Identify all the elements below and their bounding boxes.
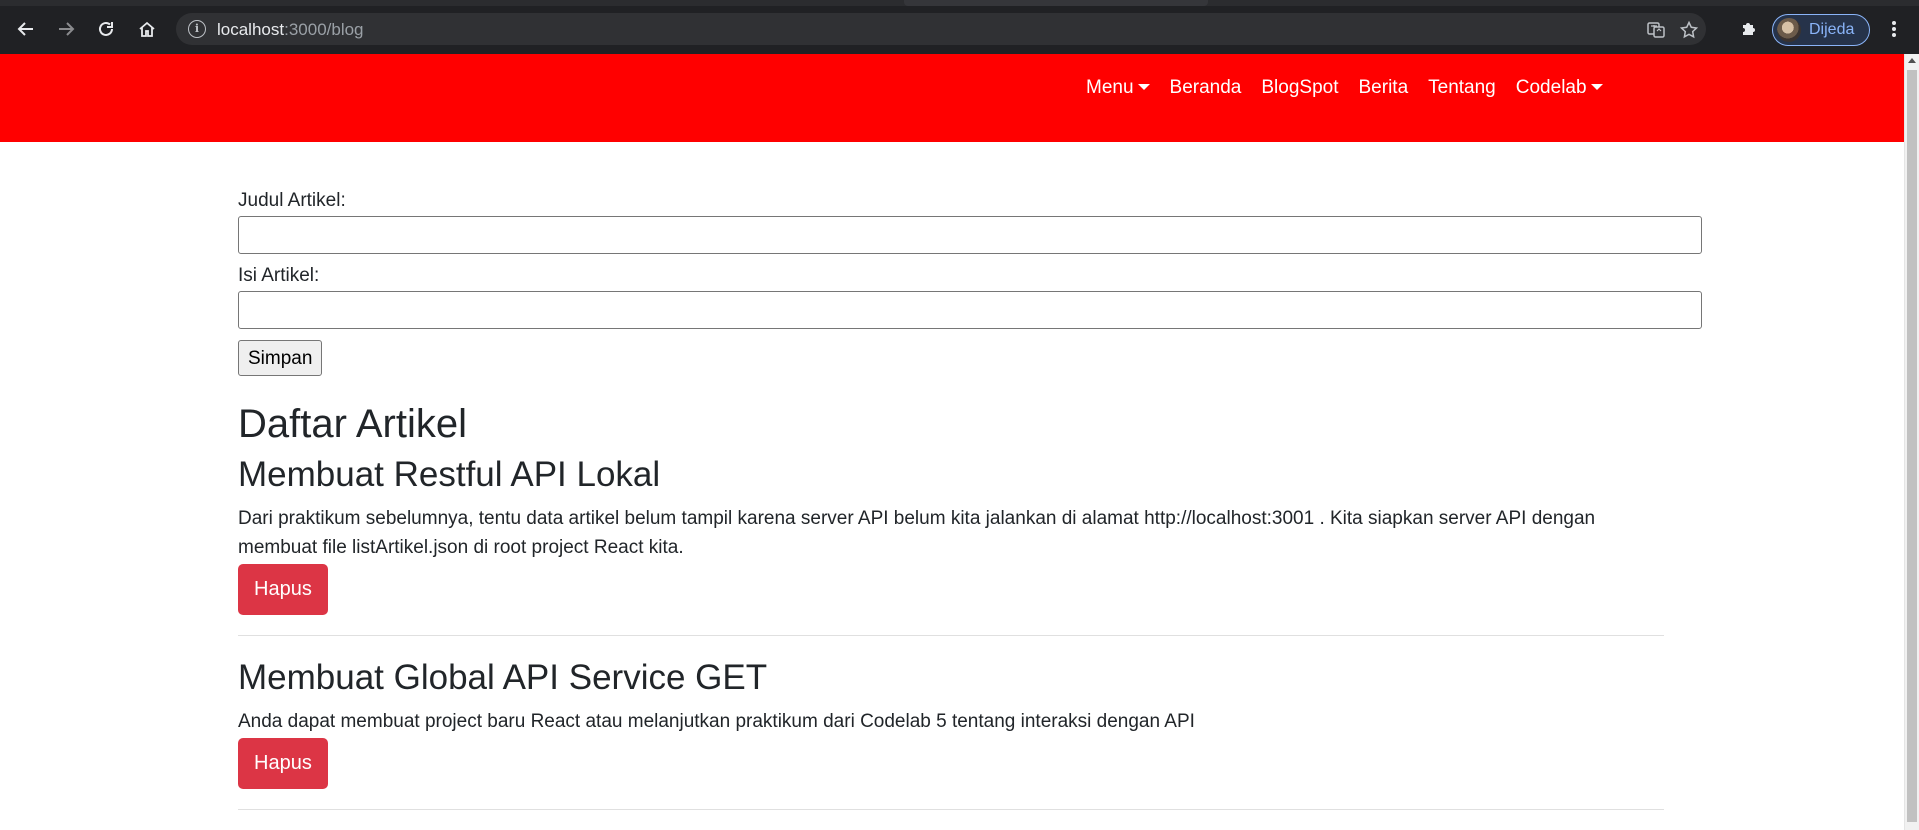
save-button[interactable]: Simpan [238,340,323,376]
article-body: Anda dapat membuat project baru React at… [238,711,1195,732]
nav-links: Menu Beranda BlogSpot Berita Tentang Cod… [1076,77,1613,99]
article-divider [238,809,1664,810]
bookmark-star-icon[interactable] [1679,20,1699,40]
nav-codelab-label: Codelab [1515,77,1587,98]
delete-article-button[interactable]: Hapus [238,738,328,789]
caret-down-icon [1137,84,1150,90]
forward-icon[interactable] [52,15,80,43]
article-form: Judul Artikel: Isi Artikel: Simpan [238,190,1704,376]
site-navbar: Menu Beranda BlogSpot Berita Tentang Cod… [0,54,1904,142]
nav-menu-dropdown[interactable]: Menu [1076,77,1160,99]
browser-toolbar: i localhost:3000/blog Dijeda [0,0,1919,54]
main-content: Judul Artikel: Isi Artikel: Simpan Dafta… [238,142,1704,810]
article-body: Dari praktikum sebelumnya, tentu data ar… [238,508,1596,558]
caret-down-icon [1590,84,1603,90]
more-vert-icon[interactable] [1880,15,1908,43]
page-scrollbar[interactable] [1904,54,1919,830]
nav-berita[interactable]: Berita [1349,77,1419,99]
home-icon[interactable] [133,15,161,43]
scrollbar-thumb[interactable] [1907,70,1917,822]
profile-name: Dijeda [1809,21,1855,38]
nav-beranda[interactable]: Beranda [1160,77,1252,99]
nav-menu-label: Menu [1086,77,1134,98]
tab-strip [0,0,1919,6]
address-url: localhost:3000/blog [217,20,364,40]
nav-blogspot[interactable]: BlogSpot [1251,77,1348,99]
back-icon[interactable] [12,15,40,43]
delete-article-button[interactable]: Hapus [238,564,328,615]
nav-tentang[interactable]: Tentang [1418,77,1506,99]
reload-icon[interactable] [92,15,120,43]
profile-button[interactable]: Dijeda [1772,14,1870,46]
article-list-heading: Daftar Artikel [238,402,467,446]
nav-codelab-dropdown[interactable]: Codelab [1506,77,1613,99]
title-input[interactable] [238,216,1702,254]
address-bar[interactable]: i localhost:3000/blog [176,13,1706,45]
article-title: Membuat Restful API Lokal [238,455,661,494]
article-item: Membuat Global API Service GET Anda dapa… [238,657,1664,789]
active-tab-edge[interactable] [904,0,1208,6]
url-host: localhost [217,20,285,39]
site-info-icon[interactable]: i [188,20,206,38]
scroll-up-arrow-icon[interactable] [1908,58,1916,63]
title-label: Judul Artikel: [238,190,346,211]
url-path: :3000/blog [284,20,364,39]
article-item: Membuat Restful API Lokal Dari praktikum… [238,454,1664,615]
extensions-puzzle-icon[interactable] [1735,15,1763,43]
avatar [1777,18,1801,42]
article-title: Membuat Global API Service GET [238,658,768,697]
article-divider [238,635,1664,636]
body-input[interactable] [238,291,1702,329]
translate-icon[interactable] [1646,20,1666,40]
body-label: Isi Artikel: [238,265,320,286]
